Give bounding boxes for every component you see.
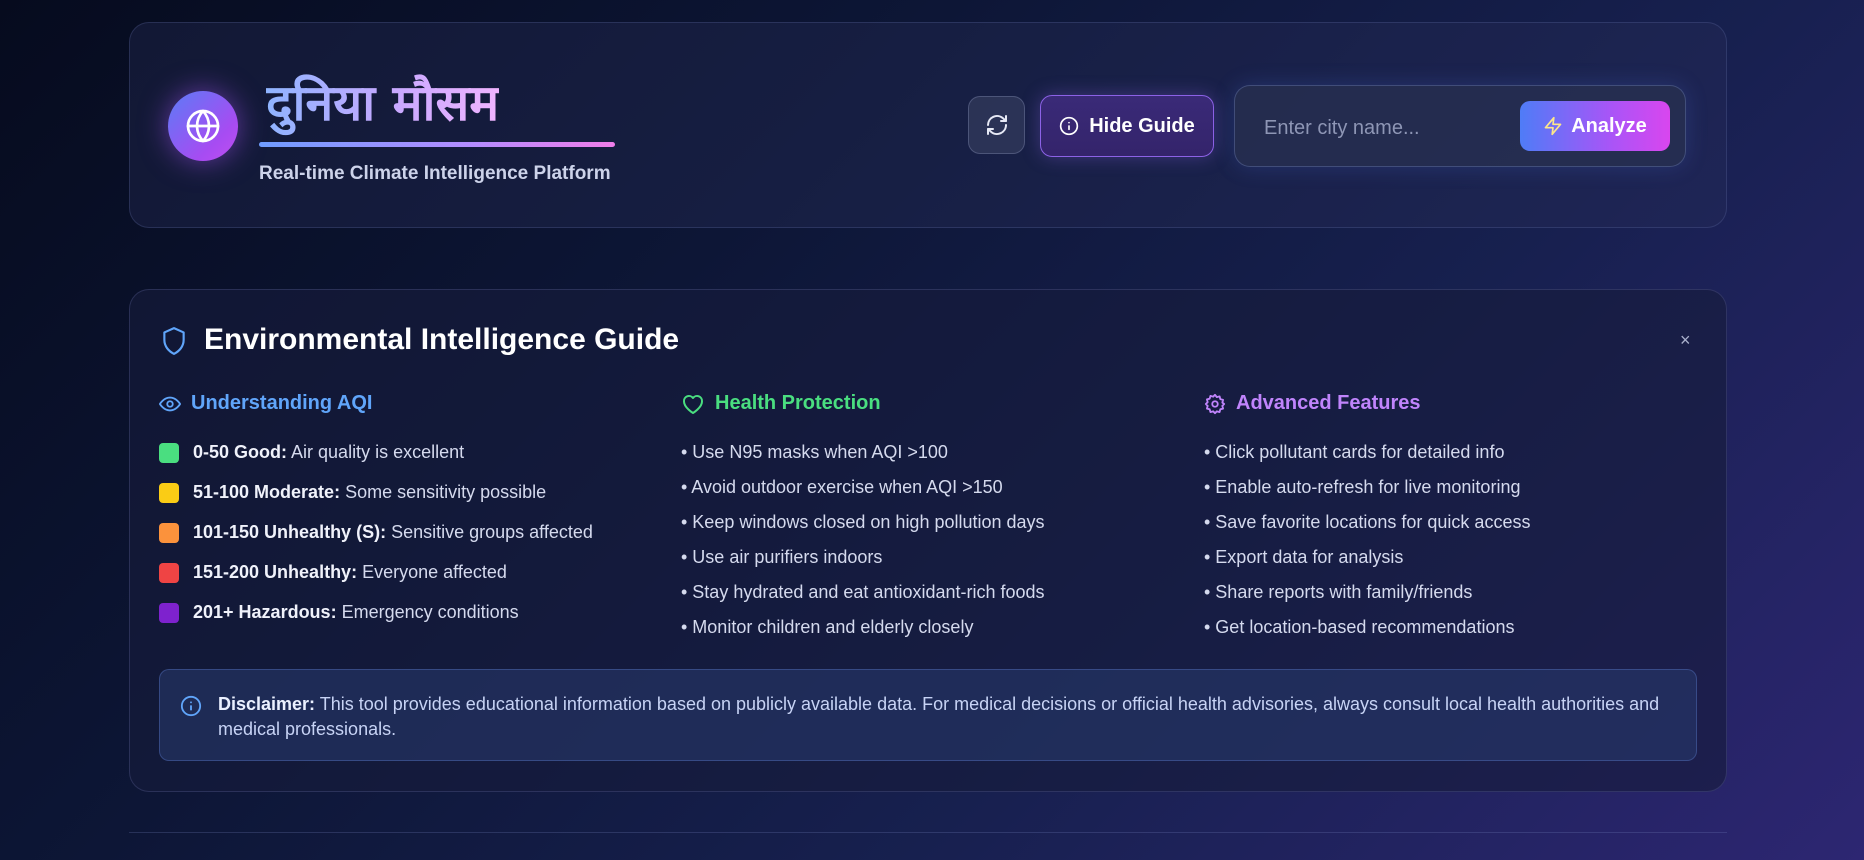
aqi-item: 101-150 Unhealthy (S): Sensitive groups … xyxy=(159,522,593,543)
feature-item: • Share reports with family/friends xyxy=(1204,582,1473,602)
app-subtitle: Real-time Climate Intelligence Platform xyxy=(259,163,611,184)
feature-item: • Enable auto-refresh for live monitorin… xyxy=(1204,477,1521,497)
refresh-button[interactable] xyxy=(968,96,1025,154)
info-icon xyxy=(1060,116,1079,136)
hide-guide-label: Hide Guide xyxy=(1089,114,1195,137)
features-heading: Advanced Features xyxy=(1204,392,1421,415)
aqi-item-text: 51-100 Moderate: Some sensitivity possib… xyxy=(193,482,547,502)
divider xyxy=(129,832,1727,833)
disclaimer-text: Disclaimer: This tool provides education… xyxy=(218,694,1660,739)
close-guide-button[interactable]: × xyxy=(1680,330,1691,351)
hide-guide-button[interactable]: Hide Guide xyxy=(1040,95,1214,157)
feature-item: • Save favorite locations for quick acce… xyxy=(1204,512,1531,532)
lightning-icon xyxy=(1544,116,1562,136)
features-heading-label: Advanced Features xyxy=(1236,392,1421,414)
health-tip: • Monitor children and elderly closely xyxy=(681,617,974,637)
aqi-item-text: 201+ Hazardous: Emergency conditions xyxy=(193,602,519,622)
aqi-swatch-unhealthy-sensitive xyxy=(159,522,179,543)
aqi-swatch-unhealthy xyxy=(159,562,179,583)
aqi-swatch-good xyxy=(159,442,179,463)
info-icon xyxy=(180,695,202,717)
guide-title: Environmental Intelligence Guide xyxy=(204,323,680,356)
aqi-item: 201+ Hazardous: Emergency conditions xyxy=(159,602,519,623)
aqi-swatch-hazardous xyxy=(159,602,179,623)
feature-item: • Export data for analysis xyxy=(1204,547,1404,567)
feature-item: • Get location-based recommendations xyxy=(1204,617,1515,637)
shield-icon xyxy=(163,327,185,355)
globe-icon xyxy=(168,91,238,161)
aqi-swatch-moderate xyxy=(159,482,179,503)
health-heading: Health Protection xyxy=(681,392,881,415)
app-title: दुनिया मौसम xyxy=(266,68,499,138)
refresh-icon xyxy=(986,115,1007,135)
feature-item: • Click pollutant cards for detailed inf… xyxy=(1204,442,1505,462)
aqi-item-text: 151-200 Unhealthy: Everyone affected xyxy=(193,562,507,582)
aqi-item: 0-50 Good: Air quality is excellent xyxy=(159,442,464,463)
aqi-item: 51-100 Moderate: Some sensitivity possib… xyxy=(159,482,546,503)
health-tip: • Use N95 masks when AQI >100 xyxy=(681,442,948,462)
aqi-item-text: 0-50 Good: Air quality is excellent xyxy=(193,442,465,462)
aqi-heading-label: Understanding AQI xyxy=(191,392,373,414)
title-underline xyxy=(259,142,615,147)
health-tip: • Keep windows closed on high pollution … xyxy=(681,512,1045,532)
health-heading-label: Health Protection xyxy=(715,392,881,414)
aqi-item: 151-200 Unhealthy: Everyone affected xyxy=(159,562,507,583)
analyze-button[interactable]: Analyze xyxy=(1520,101,1670,151)
heart-icon xyxy=(683,394,703,414)
gear-icon xyxy=(1204,393,1226,414)
eye-icon xyxy=(159,396,181,411)
health-tip: • Stay hydrated and eat antioxidant-rich… xyxy=(681,582,1045,602)
health-tip: • Use air purifiers indoors xyxy=(681,547,883,567)
aqi-item-text: 101-150 Unhealthy (S): Sensitive groups … xyxy=(193,522,593,542)
aqi-heading: Understanding AQI xyxy=(159,392,372,415)
city-search-input[interactable] xyxy=(1264,110,1504,146)
health-tip: • Avoid outdoor exercise when AQI >150 xyxy=(681,477,1003,497)
analyze-label: Analyze xyxy=(1571,114,1647,137)
